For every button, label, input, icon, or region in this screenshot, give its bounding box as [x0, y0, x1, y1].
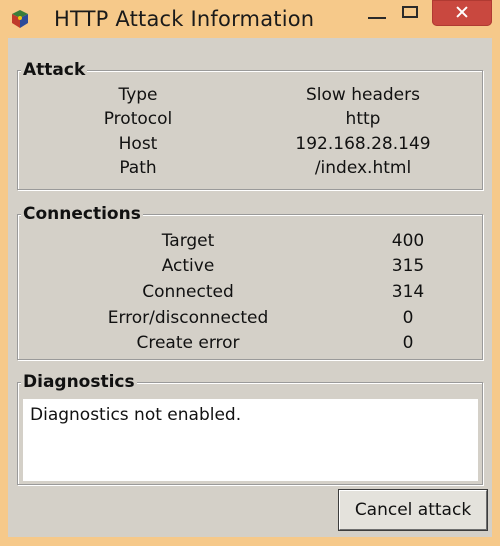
connections-active-value: 315	[391, 256, 425, 276]
attack-type-label: Type	[118, 85, 158, 105]
connections-heading: Connections	[21, 204, 143, 224]
dialog-client: Attack Type Slow headers Protocol http H…	[8, 38, 492, 537]
connections-target-label: Target	[161, 231, 215, 251]
diagnostics-group: Diagnostics Diagnostics not enabled.	[17, 372, 483, 485]
attack-host-value: 192.168.28.149	[295, 134, 431, 154]
connections-create-error-label: Create error	[136, 333, 240, 353]
connections-create-error-value: 0	[402, 333, 414, 353]
dialog-window: HTTP Attack Information Attack Type Slow…	[0, 0, 500, 546]
diagnostics-heading: Diagnostics	[21, 372, 137, 392]
window-title: HTTP Attack Information	[54, 7, 315, 31]
attack-host-label: Host	[118, 134, 158, 154]
connections-error-label: Error/disconnected	[107, 308, 269, 328]
attack-protocol-value: http	[345, 109, 381, 129]
attack-path-label: Path	[119, 158, 157, 178]
attack-type-value: Slow headers	[306, 85, 420, 105]
connections-error-value: 0	[402, 308, 414, 328]
connections-connected-value: 314	[391, 282, 425, 302]
maximize-icon[interactable]	[397, 4, 425, 28]
attack-group: Attack Type Slow headers Protocol http H…	[17, 60, 483, 190]
attack-path-value: /index.html	[314, 158, 412, 178]
connections-target-value: 400	[391, 231, 425, 251]
attack-heading: Attack	[21, 60, 88, 80]
connections-group: Connections Target 400 Active 315 Connec…	[17, 204, 483, 360]
connections-active-label: Active	[161, 256, 215, 276]
diagnostics-text: Diagnostics not enabled.	[30, 405, 242, 425]
title-bar[interactable]: HTTP Attack Information	[0, 0, 500, 38]
diagnostics-output[interactable]: Diagnostics not enabled.	[23, 399, 478, 481]
attack-protocol-label: Protocol	[103, 109, 173, 129]
close-icon[interactable]	[432, 0, 492, 26]
cancel-attack-button[interactable]: Cancel attack	[339, 490, 487, 530]
app-icon	[10, 9, 30, 29]
minimize-icon[interactable]	[363, 4, 391, 28]
connections-connected-label: Connected	[142, 282, 234, 302]
